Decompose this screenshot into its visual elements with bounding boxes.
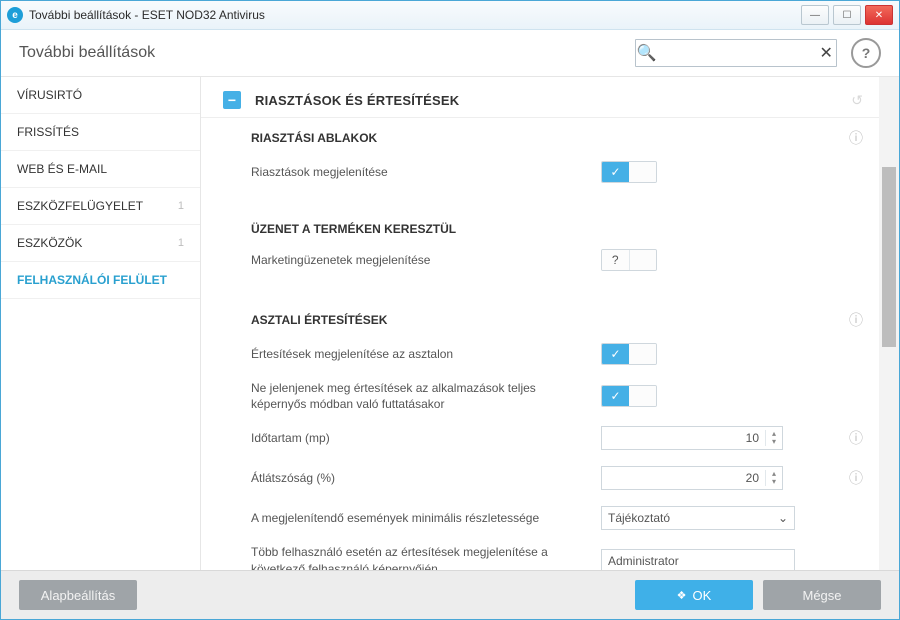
info-icon[interactable]: ⓘ xyxy=(849,128,863,148)
group-title: ÜZENET A TERMÉKEN KERESZTÜL xyxy=(251,222,456,236)
body: VÍRUSIRTÓ FRISSÍTÉS WEB ÉS E-MAIL ESZKÖZ… xyxy=(1,76,899,570)
ok-icon: ❖ xyxy=(677,589,687,602)
close-button[interactable]: ✕ xyxy=(865,5,893,25)
row-hide-fullscreen: Ne jelenjenek meg értesítések az alkalma… xyxy=(201,374,879,418)
question-icon: ? xyxy=(602,250,630,270)
group-header-alert-windows: RIASZTÁSI ABLAKOK ⓘ xyxy=(201,118,879,152)
target-user-field[interactable]: Administrator xyxy=(601,549,795,570)
chevron-down-icon: ⌄ xyxy=(778,511,788,525)
check-icon: ✓ xyxy=(602,344,629,364)
info-icon[interactable]: ⓘ xyxy=(849,310,863,330)
ok-button[interactable]: ❖ OK xyxy=(635,580,753,610)
group-header-desktop-notifications: ASZTALI ÉRTESÍTÉSEK ⓘ xyxy=(201,300,879,334)
toggle-marketing-messages[interactable]: ? xyxy=(601,249,657,271)
toggle-show-alerts[interactable]: ✓ xyxy=(601,161,657,183)
main-panel: − RIASZTÁSOK ÉS ÉRTESÍTÉSEK ↺ RIASZTÁSI … xyxy=(201,77,879,570)
defaults-button[interactable]: Alapbeállítás xyxy=(19,580,137,610)
cancel-button[interactable]: Mégse xyxy=(763,580,881,610)
sidebar-item-label: ESZKÖZÖK xyxy=(17,236,82,250)
row-label: Riasztások megjelenítése xyxy=(251,164,601,180)
ok-label: OK xyxy=(693,588,712,603)
scrollbar[interactable] xyxy=(879,77,899,570)
row-label: Átlátszóság (%) xyxy=(251,470,601,486)
row-transparency: Átlátszóság (%) 20 ▴ ▾ ⓘ xyxy=(201,458,879,498)
row-label: Több felhasználó esetén az értesítések m… xyxy=(251,544,601,570)
sidebar-item-label: ESZKÖZFELÜGYELET xyxy=(17,199,143,213)
titlebar: e További beállítások - ESET NOD32 Antiv… xyxy=(1,1,899,30)
row-label: Marketingüzenetek megjelenítése xyxy=(251,252,601,268)
sidebar-item-eszkozok[interactable]: ESZKÖZÖK 1 xyxy=(1,225,200,262)
clear-search-icon[interactable]: ✕ xyxy=(816,43,836,63)
row-label: Ne jelenjenek meg értesítések az alkalma… xyxy=(251,380,601,412)
transparency-stepper[interactable]: 20 ▴ ▾ xyxy=(601,466,783,490)
duration-value: 10 xyxy=(602,431,765,445)
row-label: Értesítések megjelenítése az asztalon xyxy=(251,346,601,362)
row-target-user: Több felhasználó esetén az értesítések m… xyxy=(201,538,879,570)
row-marketing-messages: Marketingüzenetek megjelenítése ? xyxy=(201,240,879,280)
header: További beállítások 🔍 ✕ ? xyxy=(1,30,899,76)
sidebar-item-label: WEB ÉS E-MAIL xyxy=(17,162,107,176)
section-title: RIASZTÁSOK ÉS ÉRTESÍTÉSEK xyxy=(255,93,459,108)
app-window: e További beállítások - ESET NOD32 Antiv… xyxy=(0,0,900,620)
check-icon: ✓ xyxy=(602,162,629,182)
search-input[interactable] xyxy=(657,45,816,61)
info-icon[interactable]: ⓘ xyxy=(849,428,863,448)
row-duration: Időtartam (mp) 10 ▴ ▾ ⓘ xyxy=(201,418,879,458)
footer: Alapbeállítás ❖ OK Mégse xyxy=(1,570,899,619)
scrollbar-thumb[interactable] xyxy=(882,167,896,347)
group-title: ASZTALI ÉRTESÍTÉSEK xyxy=(251,313,387,327)
verbosity-select[interactable]: Tájékoztató ⌄ xyxy=(601,506,795,530)
sidebar-item-felhasznaloi-felulet[interactable]: FELHASZNÁLÓI FELÜLET xyxy=(1,262,200,299)
minimize-button[interactable]: — xyxy=(801,5,829,25)
window-title: További beállítások - ESET NOD32 Antivir… xyxy=(29,8,265,22)
sidebar-item-label: FELHASZNÁLÓI FELÜLET xyxy=(17,273,167,287)
spinner[interactable]: ▴ ▾ xyxy=(765,430,782,446)
duration-stepper[interactable]: 10 ▴ ▾ xyxy=(601,426,783,450)
sidebar-item-badge: 1 xyxy=(178,200,184,212)
row-show-desktop-notifications: Értesítések megjelenítése az asztalon ✓ xyxy=(201,334,879,374)
sidebar-item-label: FRISSÍTÉS xyxy=(17,125,79,139)
target-user-value: Administrator xyxy=(608,554,679,568)
sidebar-item-frissites[interactable]: FRISSÍTÉS xyxy=(1,114,200,151)
row-label: Időtartam (mp) xyxy=(251,430,601,446)
collapse-icon[interactable]: − xyxy=(223,91,241,109)
app-logo-icon: e xyxy=(7,7,23,23)
check-icon: ✓ xyxy=(602,386,629,406)
group-header-product-messages: ÜZENET A TERMÉKEN KERESZTÜL xyxy=(201,212,879,240)
row-min-verbosity: A megjelenítendő események minimális rés… xyxy=(201,498,879,538)
spinner[interactable]: ▴ ▾ xyxy=(765,470,782,486)
verbosity-value: Tájékoztató xyxy=(608,511,670,525)
toggle-show-desktop-notifications[interactable]: ✓ xyxy=(601,343,657,365)
help-button[interactable]: ? xyxy=(851,38,881,68)
sidebar-item-web-email[interactable]: WEB ÉS E-MAIL xyxy=(1,151,200,188)
content: − RIASZTÁSOK ÉS ÉRTESÍTÉSEK ↺ RIASZTÁSI … xyxy=(201,77,879,570)
row-show-alerts: Riasztások megjelenítése ✓ xyxy=(201,152,879,192)
spin-down-icon[interactable]: ▾ xyxy=(766,478,782,486)
transparency-value: 20 xyxy=(602,471,765,485)
sidebar-item-virusirto[interactable]: VÍRUSIRTÓ xyxy=(1,77,200,114)
sidebar-item-eszkozfelugyelet[interactable]: ESZKÖZFELÜGYELET 1 xyxy=(1,188,200,225)
sidebar-item-label: VÍRUSIRTÓ xyxy=(17,88,82,102)
group-title: RIASZTÁSI ABLAKOK xyxy=(251,131,377,145)
search-icon: 🔍 xyxy=(636,43,657,63)
sidebar-item-badge: 1 xyxy=(178,237,184,249)
row-label: A megjelenítendő események minimális rés… xyxy=(251,510,601,526)
section-header-alerts[interactable]: − RIASZTÁSOK ÉS ÉRTESÍTÉSEK ↺ xyxy=(201,83,879,118)
main-wrap: − RIASZTÁSOK ÉS ÉRTESÍTÉSEK ↺ RIASZTÁSI … xyxy=(201,77,899,570)
reset-icon[interactable]: ↺ xyxy=(851,92,863,109)
sidebar: VÍRUSIRTÓ FRISSÍTÉS WEB ÉS E-MAIL ESZKÖZ… xyxy=(1,77,201,570)
toggle-hide-fullscreen[interactable]: ✓ xyxy=(601,385,657,407)
info-icon[interactable]: ⓘ xyxy=(849,468,863,488)
page-title: További beállítások xyxy=(19,44,155,62)
search-box[interactable]: 🔍 ✕ xyxy=(635,39,837,67)
maximize-button[interactable]: ☐ xyxy=(833,5,861,25)
spin-down-icon[interactable]: ▾ xyxy=(766,438,782,446)
